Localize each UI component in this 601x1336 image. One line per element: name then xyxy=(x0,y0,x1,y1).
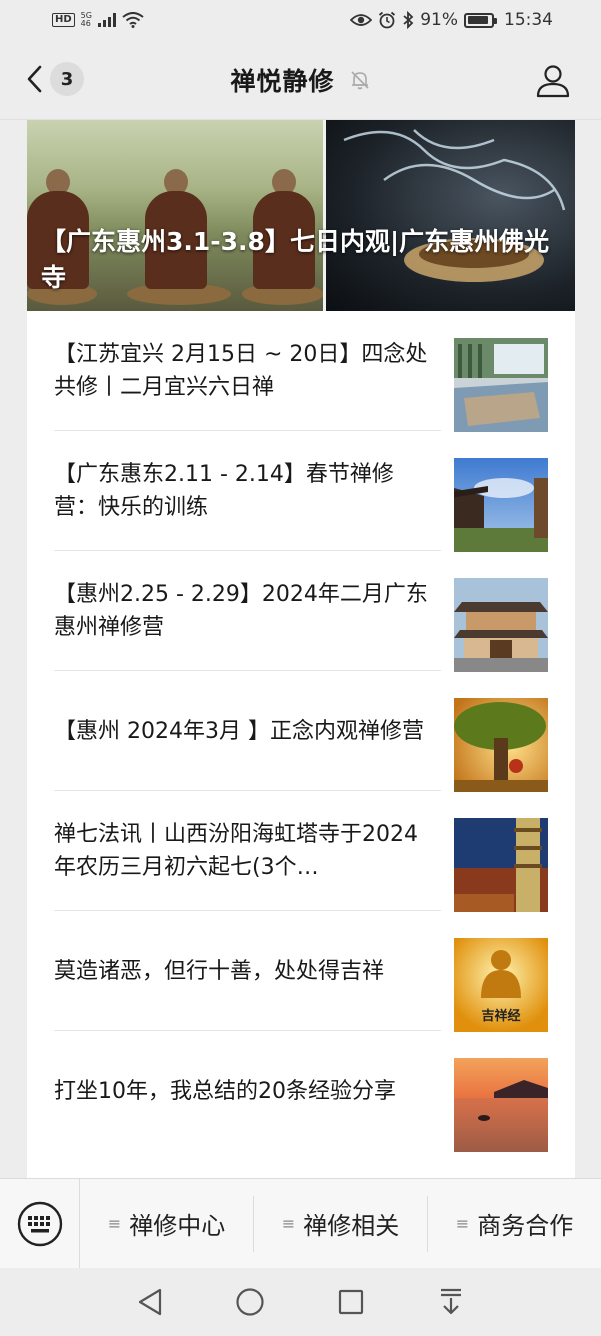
keyboard-toggle-button[interactable] xyxy=(0,1178,80,1269)
list-item[interactable]: 【广东惠东2.11 - 2.14】春节禅修营：快乐的训练 xyxy=(27,431,575,552)
page-title: 禅悦静修 xyxy=(230,66,335,96)
list-item[interactable]: 【江苏宜兴 2月15日 ~ 20日】四念处共修丨二月宜兴六日禅 xyxy=(27,311,575,432)
mute-bell-icon xyxy=(350,70,369,89)
clock-time: 15:34 xyxy=(504,10,553,30)
article-title: 禅七法讯丨山西汾阳海虹塔寺于2024年农历三月初六起七(3个… xyxy=(54,822,418,880)
bottom-menu: ≡ 禅修中心 ≡ 禅修相关 ≡ 商务合作 xyxy=(0,1178,601,1269)
banner-title: 【广东惠州3.1-3.8】七日内观|广东惠州佛光寺 xyxy=(41,227,550,292)
menu-lines-icon: ≡ xyxy=(281,1214,296,1233)
chevron-left-icon xyxy=(27,65,42,93)
alarm-icon xyxy=(379,11,396,29)
hd-indicator: HD xyxy=(52,13,75,27)
thumb-image-temple-sky xyxy=(454,458,548,552)
thumb-image-buddha: 吉祥经 xyxy=(454,938,548,1032)
circle-home-icon xyxy=(236,1288,264,1316)
article-title: 【广东惠东2.11 - 2.14】春节禅修营：快乐的训练 xyxy=(54,462,394,520)
unread-badge: 3 xyxy=(50,62,84,96)
battery-level xyxy=(467,16,489,24)
article-card: 【广东惠州3.1-3.8】七日内观|广东惠州佛光寺 【江苏宜兴 2月15日 ~ … xyxy=(27,120,575,1178)
keyboard-icon xyxy=(17,1201,62,1246)
thumb-image-bodhi-tree xyxy=(454,698,548,792)
menu-item-label: 商务合作 xyxy=(477,1212,574,1240)
article-title: 【惠州 2024年3月 】正念内观禅修营 xyxy=(54,718,424,744)
article-title: 打坐10年，我总结的20条经验分享 xyxy=(54,1078,396,1104)
nav-recents-button[interactable] xyxy=(331,1282,371,1322)
status-bar: HD 5G 46 91% 15:34 xyxy=(0,0,601,40)
network-sub-label: 46 xyxy=(80,19,91,28)
menu-item-chan-center[interactable]: ≡ 禅修中心 xyxy=(80,1195,254,1252)
profile-icon[interactable] xyxy=(535,62,571,98)
banner-article[interactable]: 【广东惠州3.1-3.8】七日内观|广东惠州佛光寺 xyxy=(27,120,575,311)
triangle-back-icon xyxy=(139,1288,162,1316)
article-list: 【江苏宜兴 2月15日 ~ 20日】四念处共修丨二月宜兴六日禅 【广东惠东2.1… xyxy=(27,311,575,1152)
list-item[interactable]: 【惠州 2024年3月 】正念内观禅修营 xyxy=(27,671,575,792)
thumb-image-sunset-lake xyxy=(454,1058,548,1152)
system-nav-bar xyxy=(0,1268,601,1336)
thumb-label: 吉祥经 xyxy=(481,1008,520,1024)
menu-item-business[interactable]: ≡ 商务合作 xyxy=(428,1196,601,1252)
article-title: 【惠州2.25 - 2.29】2024年二月广东惠州禅修营 xyxy=(54,582,428,640)
menu-lines-icon: ≡ xyxy=(107,1214,122,1233)
menu-lines-icon: ≡ xyxy=(455,1214,470,1233)
title-bar: 3 禅悦静修 xyxy=(0,40,601,120)
nav-notification-button[interactable] xyxy=(431,1282,471,1322)
thumb-image-temple-gate xyxy=(454,578,548,672)
pull-down-icon xyxy=(440,1288,461,1315)
article-title: 莫造诸恶，但行十善，处处得吉祥 xyxy=(54,958,385,984)
battery-percent: 91% xyxy=(420,10,458,30)
network-type: 5G 46 xyxy=(81,12,92,28)
list-item[interactable]: 莫造诸恶，但行十善，处处得吉祥 吉祥经 xyxy=(27,911,575,1032)
eye-icon xyxy=(350,14,373,26)
nav-back-button[interactable] xyxy=(130,1282,170,1322)
menu-item-chan-related[interactable]: ≡ 禅修相关 xyxy=(254,1195,428,1252)
wifi-icon xyxy=(122,12,144,28)
signal-icon xyxy=(97,13,116,27)
bluetooth-icon xyxy=(403,11,414,29)
list-item[interactable]: 禅七法讯丨山西汾阳海虹塔寺于2024年农历三月初六起七(3个… xyxy=(27,791,575,912)
thumb-image-hall xyxy=(454,338,548,432)
menu-item-label: 禅修相关 xyxy=(303,1212,400,1240)
square-recents-icon xyxy=(338,1289,363,1315)
menu-item-label: 禅修中心 xyxy=(129,1212,226,1240)
thumb-image-pagoda xyxy=(454,818,548,912)
article-title: 【江苏宜兴 2月15日 ~ 20日】四念处共修丨二月宜兴六日禅 xyxy=(54,342,428,400)
battery-icon xyxy=(464,12,497,28)
list-item[interactable]: 【惠州2.25 - 2.29】2024年二月广东惠州禅修营 xyxy=(27,551,575,672)
list-item[interactable]: 打坐10年，我总结的20条经验分享 xyxy=(27,1031,575,1152)
nav-home-button[interactable] xyxy=(230,1282,270,1322)
back-button[interactable]: 3 xyxy=(26,62,84,96)
